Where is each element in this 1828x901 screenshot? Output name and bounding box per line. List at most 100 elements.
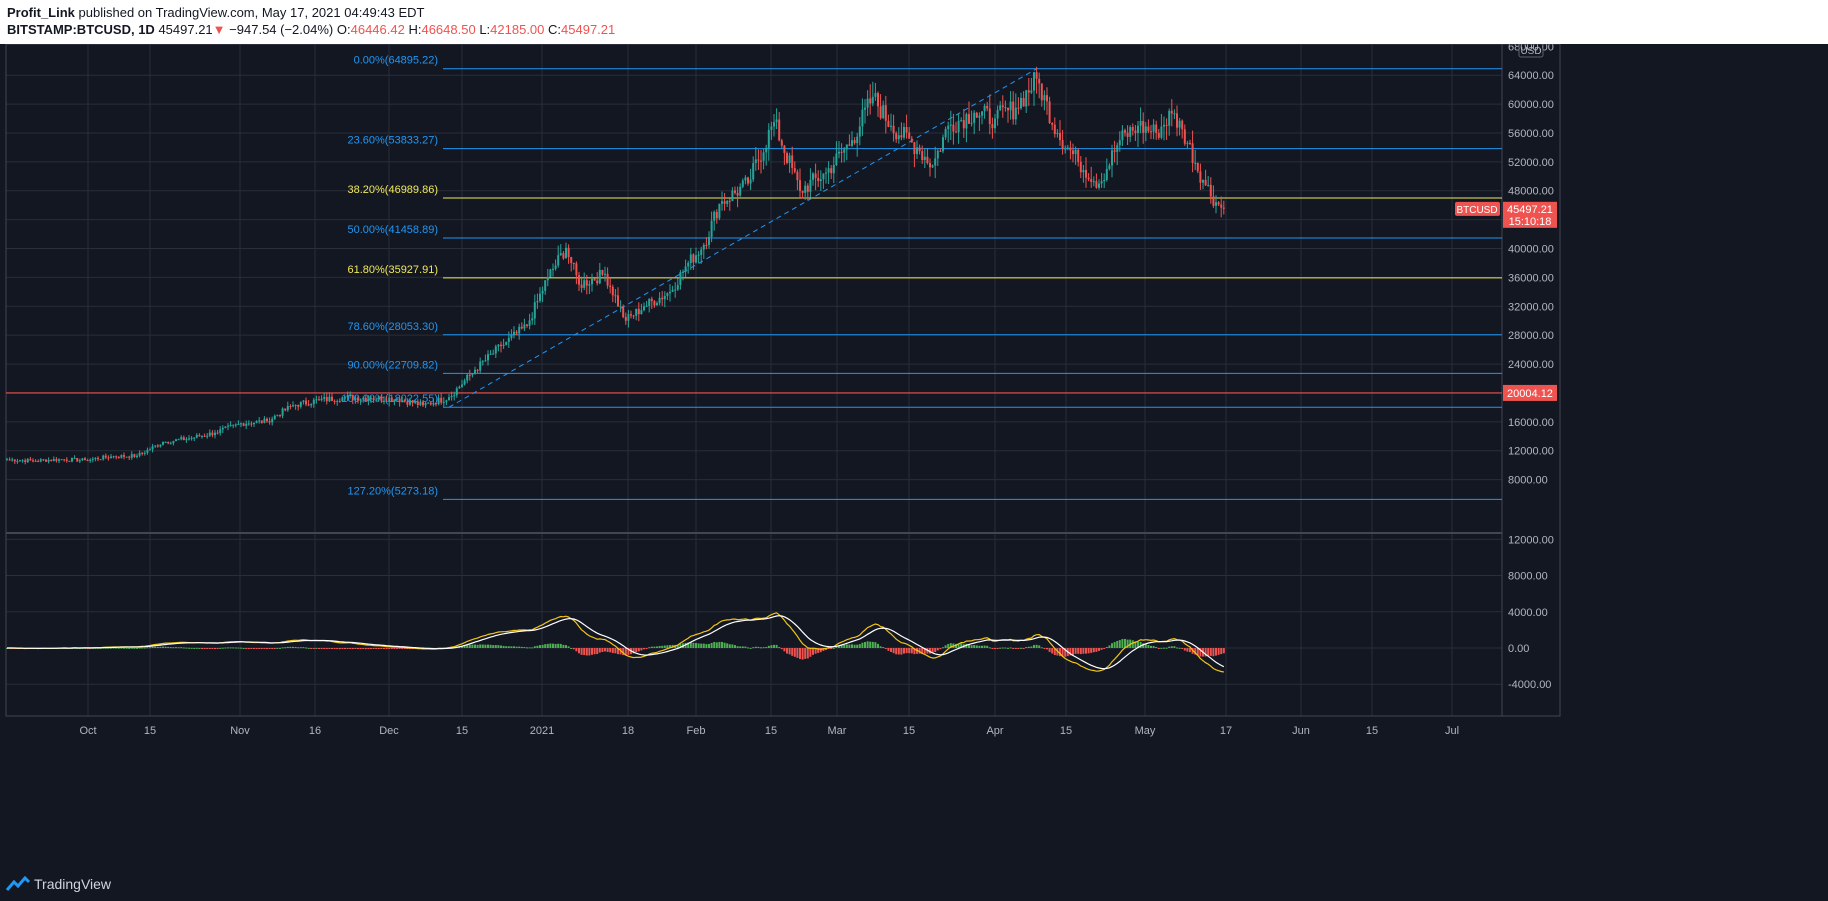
macd-hist-bar xyxy=(180,647,183,649)
candle-body xyxy=(622,306,625,318)
macd-hist-bar xyxy=(133,647,136,649)
macd-hist-bar xyxy=(988,647,991,649)
x-tick-label: Mar xyxy=(828,725,847,737)
candle-body xyxy=(385,400,388,402)
macd-hist-bar xyxy=(609,648,612,653)
candle-body xyxy=(861,109,864,127)
candle-body xyxy=(416,401,419,406)
macd-hist-bar xyxy=(656,646,658,648)
macd-hist-bar xyxy=(536,645,539,648)
candle-body xyxy=(786,153,788,163)
macd-hist-bar xyxy=(830,648,833,649)
candle-body xyxy=(450,395,453,398)
candle-body xyxy=(619,306,622,308)
candle-body xyxy=(437,397,440,405)
macd-hist-bar xyxy=(513,646,515,648)
candle-body xyxy=(905,127,908,133)
candle-body xyxy=(86,460,89,462)
macd-hist-bar xyxy=(175,647,177,649)
macd-hist-bar xyxy=(172,647,175,649)
macd-hist-bar xyxy=(182,647,185,649)
price-chart[interactable]: Oct 15 Nov 16 Dec 15 2021 18 Feb 15 Mar 15 Apr 15 May 1… xyxy=(0,44,1828,868)
macd-hist-bar xyxy=(869,641,872,648)
candle-body xyxy=(897,135,900,140)
macd-hist-bar xyxy=(193,647,196,649)
macd-hist-bar xyxy=(637,648,640,652)
candle-body xyxy=(6,459,8,461)
macd-hist-bar xyxy=(572,648,575,650)
candle-body xyxy=(554,265,557,269)
candle-body xyxy=(409,400,411,405)
candle-body xyxy=(13,459,16,462)
candle-body xyxy=(541,290,544,294)
candle-body xyxy=(1087,177,1090,180)
candle-body xyxy=(801,190,804,193)
macd-hist-bar xyxy=(307,647,310,649)
candle-body xyxy=(448,397,450,401)
candle-body xyxy=(81,458,84,461)
candle-body xyxy=(362,397,365,400)
y-tick-label: 12000.00 xyxy=(1508,446,1554,458)
candle-body xyxy=(406,401,409,405)
macd-hist-bar xyxy=(201,648,203,649)
macd-hist-bar xyxy=(598,648,601,653)
candle-body xyxy=(1204,179,1207,186)
candle-body xyxy=(1124,130,1126,133)
macd-hist-bar xyxy=(396,648,398,649)
candle-body xyxy=(601,269,604,275)
price-badge-value: 45497.21 xyxy=(1507,204,1553,216)
macd-hist-bar xyxy=(1105,646,1108,648)
candle-body xyxy=(424,403,427,406)
candle-body xyxy=(172,441,175,444)
candle-body xyxy=(630,314,632,316)
macd-hist-bar xyxy=(401,648,404,649)
author-name[interactable]: Profit_Link xyxy=(7,5,75,20)
candle-body xyxy=(250,423,253,425)
macd-hist-bar xyxy=(895,648,898,655)
candle-body xyxy=(39,459,42,462)
x-tick-label: Jun xyxy=(1292,725,1310,737)
candle-body xyxy=(983,105,986,112)
macd-hist-bar xyxy=(1048,648,1051,652)
change-down-icon: ▼ xyxy=(212,22,226,37)
candle-body xyxy=(435,403,437,405)
macd-hist-bar xyxy=(328,648,331,649)
candle-body xyxy=(1001,105,1004,108)
candle-body xyxy=(965,114,968,129)
candle-body xyxy=(910,138,913,143)
macd-hist-bar xyxy=(739,646,742,648)
macd-hist-bar xyxy=(557,643,560,648)
candle-body xyxy=(505,341,508,345)
high-value: 46648.50 xyxy=(421,22,476,37)
macd-hist-bar xyxy=(851,644,853,648)
macd-hist-bar xyxy=(487,644,489,648)
macd-hist-bar xyxy=(892,648,895,654)
macd-hist-bar xyxy=(567,646,570,648)
candle-body xyxy=(671,289,674,292)
macd-hist-bar xyxy=(864,642,866,648)
macd-hist-bar xyxy=(767,645,770,648)
candle-body xyxy=(1017,107,1020,109)
macd-hist-bar xyxy=(549,643,552,648)
candle-body xyxy=(775,119,778,123)
publish-info: Profit_Link published on TradingView.com… xyxy=(7,5,424,20)
candle-body xyxy=(702,244,705,250)
candle-body xyxy=(1186,142,1189,144)
macd-hist-bar xyxy=(177,647,180,649)
macd-hist-bar xyxy=(1155,646,1158,648)
macd-hist-bar xyxy=(268,648,271,649)
candle-body xyxy=(279,415,281,417)
macd-hist-bar xyxy=(167,646,170,648)
tradingview-logo-icon[interactable] xyxy=(6,876,30,892)
tradingview-brand[interactable]: TradingView xyxy=(34,876,111,892)
candle-body xyxy=(297,404,300,407)
candle-body xyxy=(258,420,261,422)
macd-hist-bar xyxy=(159,646,162,648)
candle-body xyxy=(143,452,146,454)
macd-hist-bar xyxy=(747,647,749,649)
macd-hist-bar xyxy=(778,647,781,649)
candle-body xyxy=(307,404,310,406)
low-label: L: xyxy=(479,22,491,37)
y-tick-label: 64000.00 xyxy=(1508,70,1554,82)
candle-body xyxy=(869,98,872,104)
